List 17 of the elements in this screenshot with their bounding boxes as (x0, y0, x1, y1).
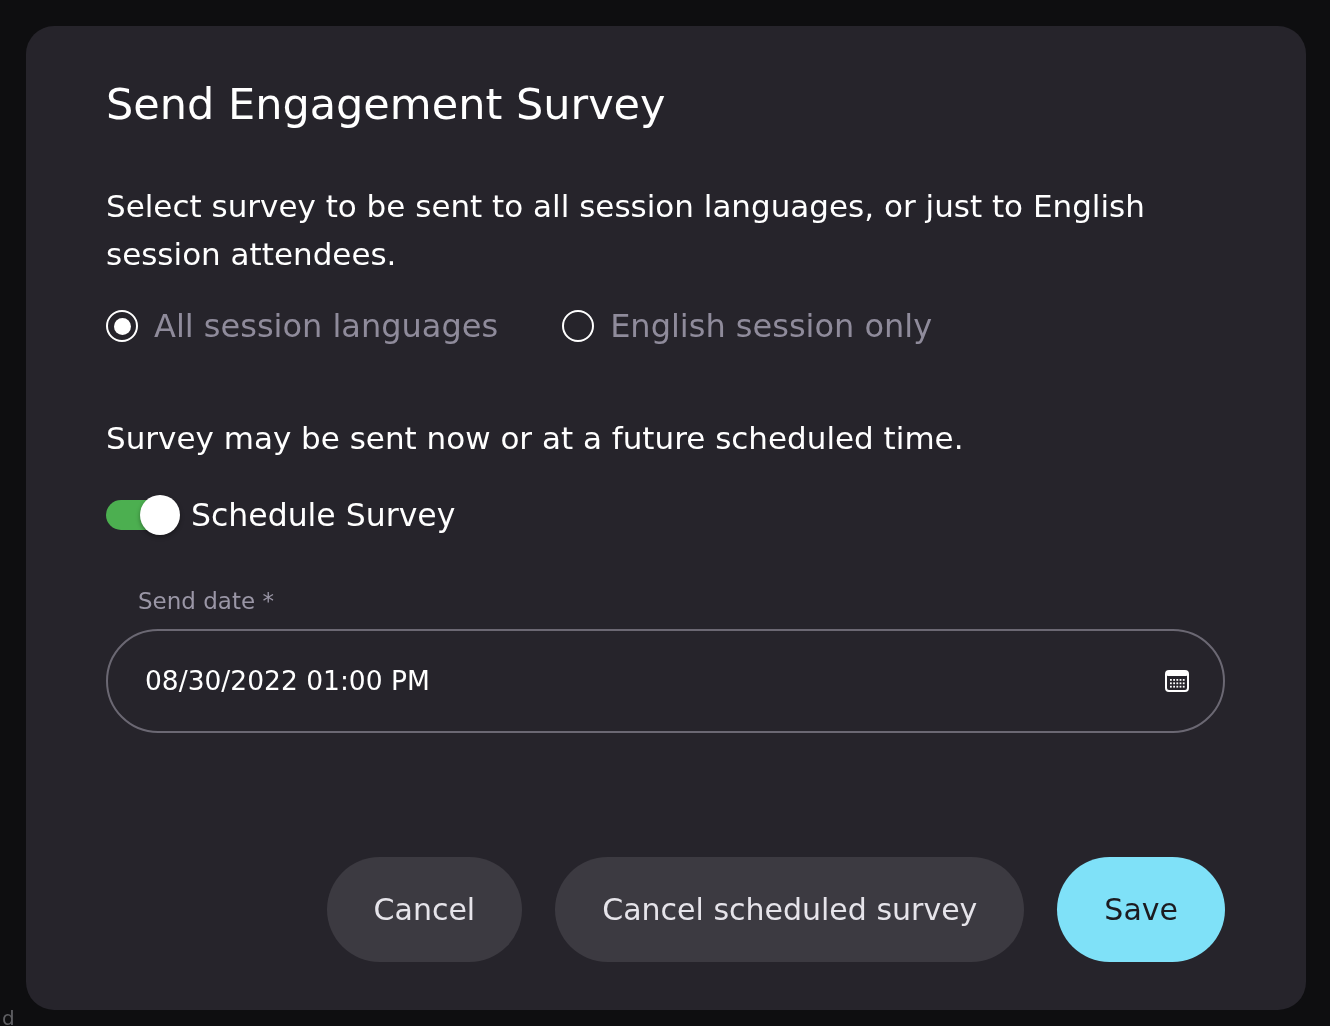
radio-label[interactable]: All session languages (154, 306, 499, 346)
calendar-icon[interactable] (1165, 669, 1189, 693)
radio-button[interactable] (106, 310, 138, 342)
background-text-fragment: d (2, 1010, 15, 1026)
cancel-button[interactable]: Cancel scheduled survey (555, 857, 1025, 962)
toggle-switch[interactable] (106, 495, 180, 535)
radio-label[interactable]: English session only (610, 306, 933, 346)
save-button[interactable]: Save (1057, 857, 1225, 962)
dialog-title: Send Engagement Survey (106, 78, 666, 130)
date-value: 08/30/2022 01:00 PM (145, 664, 430, 698)
date-input-field[interactable]: 08/30/2022 01:00 PM (106, 629, 1225, 733)
toggle-label: Schedule Survey (191, 496, 456, 535)
radio-button[interactable] (562, 310, 595, 342)
schedule-note-text: Survey may be sent now or at a future scheduled time. (106, 419, 964, 458)
field-label: Send date * (138, 587, 274, 615)
description-text: Select survey to be sent to all session languages, or just to English session attendees. (106, 187, 1146, 274)
cancel-button[interactable]: Cancel (326, 857, 523, 962)
